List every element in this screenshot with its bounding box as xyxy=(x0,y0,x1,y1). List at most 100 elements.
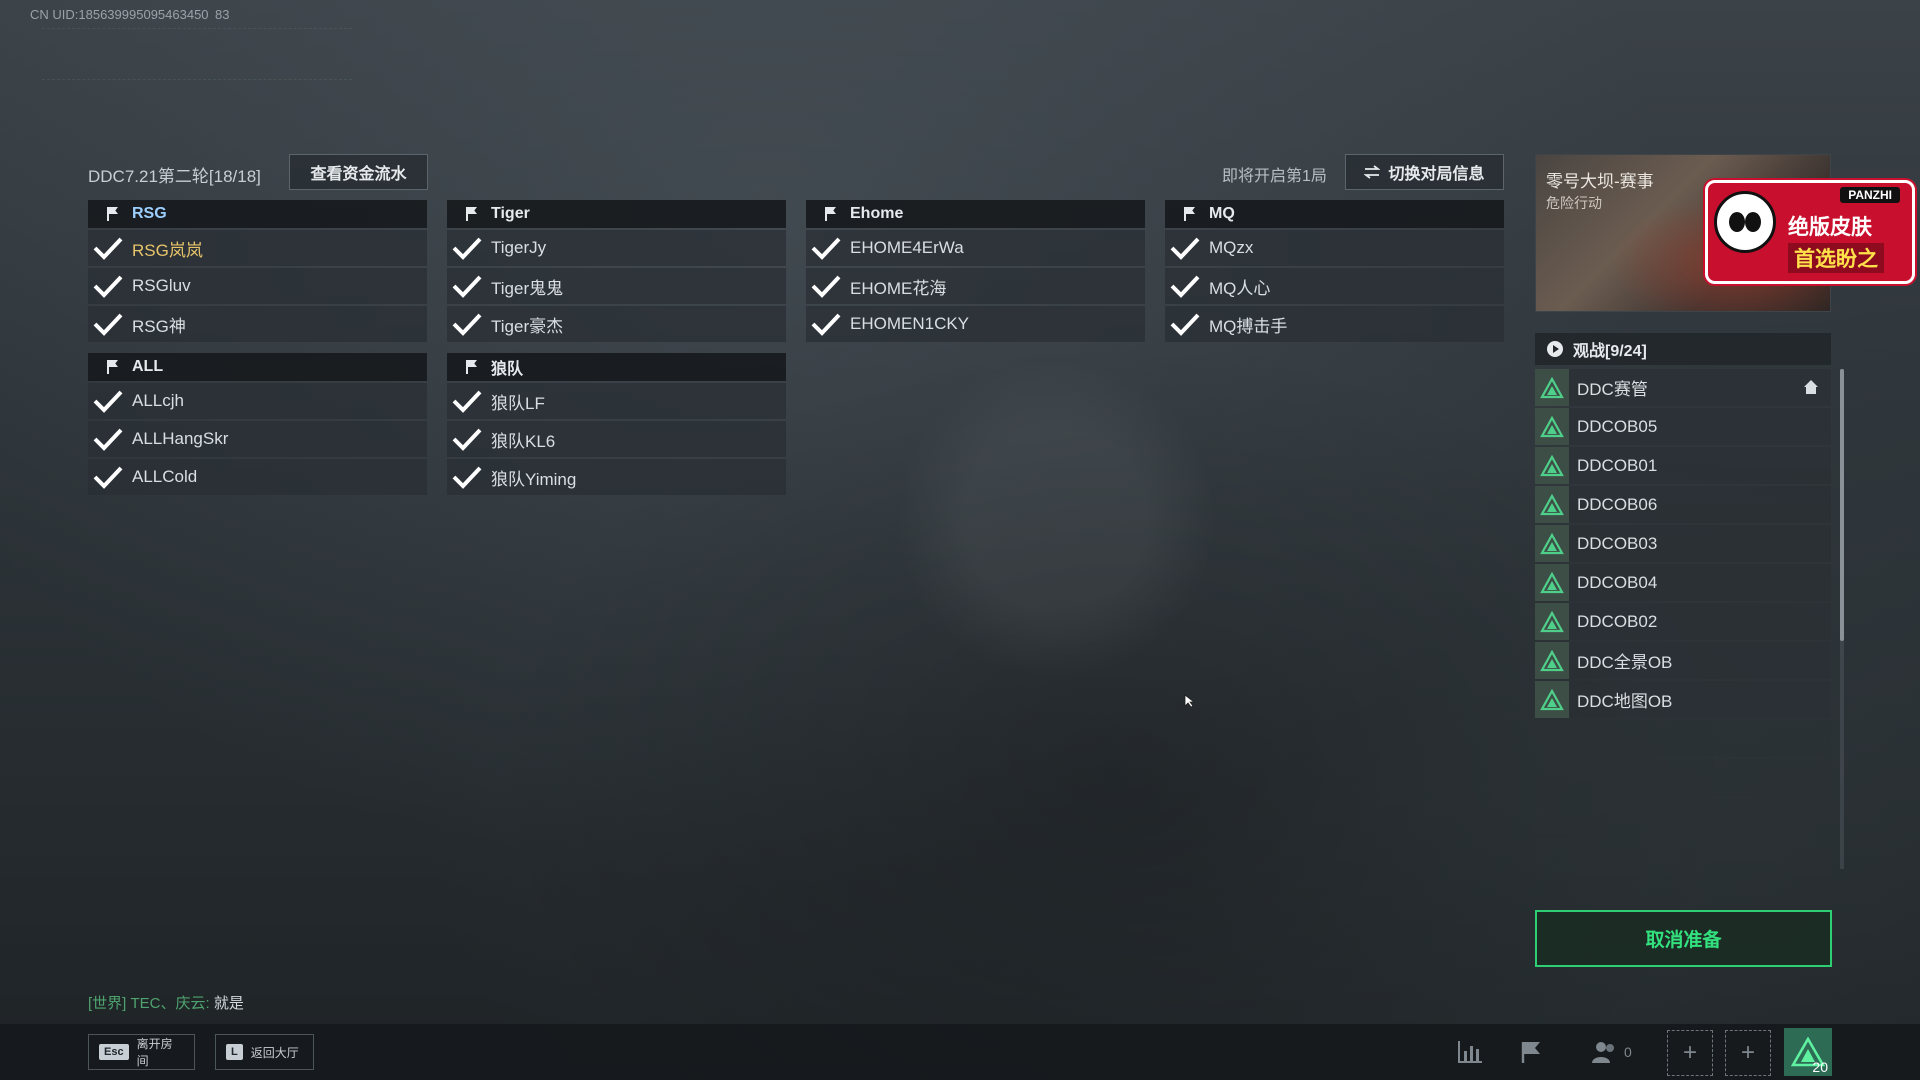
team-name: RSG xyxy=(132,205,167,222)
add-slot-button[interactable]: + xyxy=(1725,1030,1771,1076)
spectator-row[interactable]: DDCOB03 xyxy=(1535,525,1831,562)
chat-sender: TEC、庆云: xyxy=(130,995,210,1012)
switch-match-info-label: 切换对局信息 xyxy=(1388,166,1485,183)
friends-count: 0 xyxy=(1624,1044,1632,1060)
spectator-row[interactable]: DDCOB02 xyxy=(1535,603,1831,640)
member-name: RSG神 xyxy=(132,316,186,336)
member-name: ALLHangSkr xyxy=(132,429,229,448)
team-member[interactable]: RSG神 xyxy=(88,306,427,342)
chat-message: [世界] TEC、庆云: 就是 xyxy=(88,992,244,1013)
spectator-row[interactable]: DDC全景OB xyxy=(1535,642,1831,679)
spectator-row[interactable]: DDCOB05 xyxy=(1535,408,1831,445)
empty-spectator-slot xyxy=(1535,798,1831,835)
team-header: Ehome xyxy=(806,200,1145,228)
team-name: 狼队 xyxy=(491,361,524,378)
empty-spectator-slot xyxy=(1535,759,1831,796)
team-card-rsg: RSG RSG岚岚 RSGluv RSG神 xyxy=(88,200,427,342)
spectator-row[interactable]: DDCOB04 xyxy=(1535,564,1831,601)
team-member[interactable]: ALLHangSkr xyxy=(88,421,427,457)
friends-button[interactable]: 0 xyxy=(1590,1038,1632,1066)
ready-check-icon xyxy=(808,309,844,339)
spectator-row[interactable]: DDCOB06 xyxy=(1535,486,1831,523)
map-mode: 危险行动 xyxy=(1546,195,1602,211)
leave-room-button[interactable]: Esc 离开房间 xyxy=(88,1034,195,1070)
team-member[interactable]: Tiger鬼鬼 xyxy=(447,268,786,304)
spectator-name: DDC全景OB xyxy=(1577,653,1673,672)
member-name: Tiger豪杰 xyxy=(491,316,564,336)
flag-icon xyxy=(465,206,479,222)
rank-icon xyxy=(1535,603,1569,640)
ready-check-icon xyxy=(449,424,485,454)
cancel-ready-button[interactable]: 取消准备 xyxy=(1535,910,1832,967)
flag-icon xyxy=(106,359,120,375)
team-member[interactable]: ALLCold xyxy=(88,459,427,495)
team-member[interactable]: MQ人心 xyxy=(1165,268,1504,304)
ready-check-icon xyxy=(1167,271,1203,301)
team-name: ALL xyxy=(132,358,164,375)
team-member[interactable]: EHOME4ErWa xyxy=(806,230,1145,266)
team-member[interactable]: 狼队Yiming xyxy=(447,459,786,495)
chat-text: 就是 xyxy=(213,995,244,1012)
rank-icon xyxy=(1535,642,1569,679)
flag-icon[interactable] xyxy=(1518,1038,1546,1066)
spectator-row[interactable]: DDCOB01 xyxy=(1535,447,1831,484)
team-member[interactable]: EHOMEN1CKY xyxy=(806,306,1145,342)
rank-icon xyxy=(1535,564,1569,601)
team-member[interactable]: TigerJy xyxy=(447,230,786,266)
member-name: EHOMEN1CKY xyxy=(850,314,970,333)
team-member[interactable]: EHOME花海 xyxy=(806,268,1145,304)
ready-check-icon xyxy=(449,309,485,339)
team-member[interactable]: Tiger豪杰 xyxy=(447,306,786,342)
spectator-list: DDC赛管 DDCOB05 DDCOB01 DDCOB06 DDCOB03 DD… xyxy=(1535,369,1831,876)
team-header: ALL xyxy=(88,353,427,381)
team-card-wolves: 狼队 狼队LF 狼队KL6 狼队Yiming xyxy=(447,353,786,495)
team-member[interactable]: RSGluv xyxy=(88,268,427,304)
team-member[interactable]: 狼队LF xyxy=(447,383,786,419)
flag-icon xyxy=(465,359,479,375)
spectator-row[interactable]: DDC赛管 xyxy=(1535,369,1831,406)
player-level: 20 xyxy=(1812,1059,1828,1075)
ready-check-icon xyxy=(449,233,485,263)
spectator-name: DDCOB03 xyxy=(1577,533,1658,553)
ready-check-icon xyxy=(90,462,126,492)
team-member[interactable]: MQzx xyxy=(1165,230,1504,266)
spectator-row[interactable]: DDC地图OB xyxy=(1535,681,1831,718)
team-member[interactable]: MQ搏击手 xyxy=(1165,306,1504,342)
add-slot-button[interactable]: + xyxy=(1667,1030,1713,1076)
team-name: MQ xyxy=(1209,205,1235,222)
spectator-name: DDCOB01 xyxy=(1577,455,1658,475)
user-uid: CN UID:185639995095463450 83 xyxy=(30,7,230,22)
view-funds-button[interactable]: 查看资金流水 xyxy=(289,154,428,190)
l-key-hint: L xyxy=(226,1044,243,1060)
esc-key-hint: Esc xyxy=(99,1044,129,1060)
ready-check-icon xyxy=(90,309,126,339)
spectator-scrollbar[interactable] xyxy=(1840,369,1844,641)
return-lobby-button[interactable]: L 返回大厅 xyxy=(215,1034,314,1070)
member-name: MQzx xyxy=(1209,238,1254,257)
team-member[interactable]: RSG岚岚 xyxy=(88,230,427,266)
member-name: 狼队LF xyxy=(491,393,545,413)
team-member[interactable]: ALLcjh xyxy=(88,383,427,419)
play-icon xyxy=(1547,341,1563,357)
empty-spectator-slot xyxy=(1535,720,1831,757)
member-name: 狼队KL6 xyxy=(491,431,556,451)
flag-icon xyxy=(824,206,838,222)
spectator-header[interactable]: 观战[9/24] xyxy=(1535,333,1831,365)
mouse-cursor-icon xyxy=(1184,694,1196,713)
team-member[interactable]: 狼队KL6 xyxy=(447,421,786,457)
member-name: ALLCold xyxy=(132,467,198,486)
team-card-all: ALL ALLcjh ALLHangSkr ALLCold xyxy=(88,353,427,495)
rank-icon xyxy=(1535,486,1569,523)
stats-chart-icon[interactable] xyxy=(1456,1038,1484,1066)
flag-icon xyxy=(1183,206,1197,222)
flag-icon xyxy=(106,206,120,222)
spectator-name: DDC地图OB xyxy=(1577,692,1673,711)
member-name: MQ搏击手 xyxy=(1209,316,1288,336)
chat-channel: [世界] xyxy=(88,995,127,1012)
member-name: RSGluv xyxy=(132,276,191,295)
player-level-badge[interactable]: 20 xyxy=(1784,1028,1832,1076)
team-card-mq: MQ MQzx MQ人心 MQ搏击手 xyxy=(1165,200,1504,342)
member-name: Tiger鬼鬼 xyxy=(491,278,564,298)
switch-match-info-button[interactable]: 切换对局信息 xyxy=(1345,154,1504,190)
team-name: Tiger xyxy=(491,205,530,222)
